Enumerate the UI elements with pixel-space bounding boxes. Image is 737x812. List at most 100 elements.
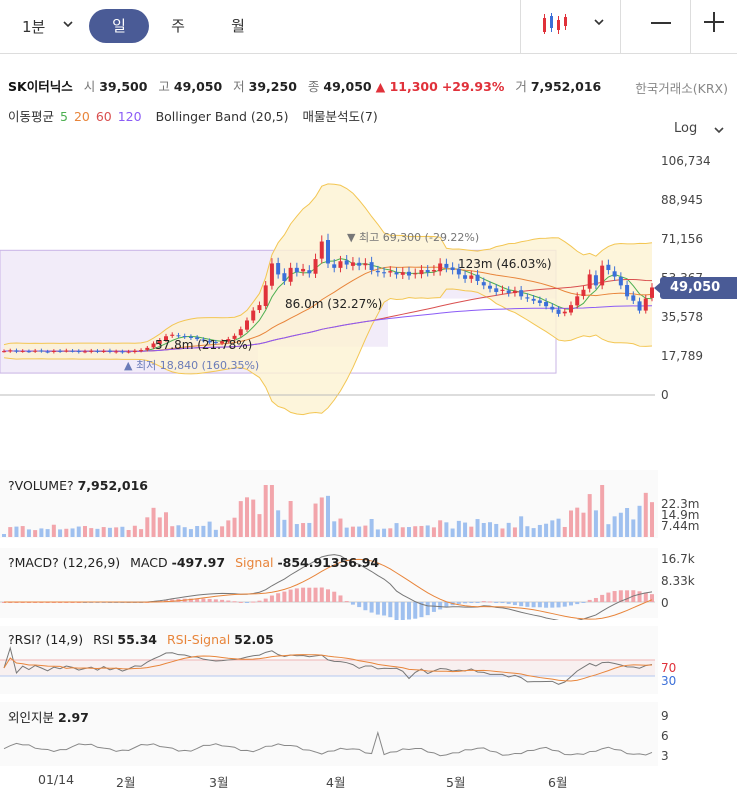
macd-hist-bar <box>294 588 299 602</box>
volume-bar <box>33 530 38 537</box>
chevron-down-icon[interactable] <box>713 125 725 135</box>
volume-bar <box>350 526 355 537</box>
candle-body <box>550 306 555 310</box>
current-price-badge: 49,050 <box>660 277 737 299</box>
volume-bar <box>151 507 156 537</box>
candle-body <box>631 295 636 301</box>
candle-body <box>519 290 524 297</box>
candle-body <box>14 350 19 352</box>
volume-bar <box>294 524 299 537</box>
macd-hist-bar <box>269 595 274 602</box>
macd-ytick: 16.7k <box>661 552 695 566</box>
volume-bar <box>419 525 424 537</box>
bollinger-label[interactable]: Bollinger Band (20,5) <box>156 109 289 124</box>
volume-bar <box>413 526 418 537</box>
foreign-ytick: 9 <box>661 709 669 723</box>
macd-hist-bar <box>201 598 206 602</box>
volume-bar <box>182 527 187 537</box>
macd-hist-bar <box>519 602 524 607</box>
candle-body <box>238 329 243 336</box>
volume-bar <box>388 528 393 537</box>
volume-bar <box>600 485 605 537</box>
macd-label: MACD <box>130 555 168 570</box>
macd-hist-bar <box>625 590 630 602</box>
candle-body <box>375 270 380 273</box>
volume-bar <box>307 522 312 537</box>
candle-body <box>600 265 605 286</box>
volume-bar <box>51 524 56 537</box>
panel-bg <box>0 702 658 766</box>
chevron-down-icon[interactable] <box>62 18 74 30</box>
volume-bar <box>83 526 87 537</box>
rsi-signal-value: 52.05 <box>234 632 274 647</box>
macd-hist-bar <box>425 602 430 616</box>
volume-bar <box>101 527 106 537</box>
volume-bar <box>107 527 112 537</box>
tab-weekly[interactable]: 주 <box>158 9 198 43</box>
volume-bar <box>288 501 293 537</box>
volume-bar <box>488 522 492 537</box>
scale-select[interactable]: Log <box>674 121 697 136</box>
candle-body <box>26 351 31 353</box>
macd-hist-bar <box>232 601 237 603</box>
candle-body <box>139 350 144 352</box>
volume-bar <box>2 534 6 537</box>
macd-hist-bar <box>288 589 293 602</box>
plus-icon[interactable] <box>704 12 724 32</box>
chevron-down-icon[interactable] <box>593 16 605 28</box>
macd-hist-bar <box>469 602 474 603</box>
candle-body <box>145 347 150 350</box>
volume-bar <box>8 527 13 537</box>
volume-bar <box>463 522 468 537</box>
candle-body <box>506 290 511 294</box>
volume-bar <box>438 520 443 537</box>
volume-panel-label: ?VOLUME? <box>8 478 74 493</box>
candle-body <box>126 351 131 353</box>
close-label: 종 <box>307 79 320 94</box>
macd-hist-bar <box>307 587 312 602</box>
divider <box>620 0 621 54</box>
foreign-panel-value: 2.97 <box>58 710 89 725</box>
candle-body <box>326 239 330 264</box>
tab-daily[interactable]: 일 <box>89 9 149 43</box>
volume-bar <box>26 529 31 537</box>
macd-hist-bar <box>463 602 468 604</box>
volume-bar <box>164 512 168 537</box>
volume-bar <box>407 527 411 537</box>
volume-bar <box>650 502 654 537</box>
candle-body <box>313 259 318 274</box>
ma-label[interactable]: 이동평균 <box>8 109 54 124</box>
volume-bar <box>58 529 63 537</box>
quote-info: SK이터닉스 시 39,500 고 49,050 저 39,250 종 49,0… <box>8 76 601 95</box>
ma120-label: 120 <box>117 109 142 124</box>
macd-hist-bar <box>587 599 592 602</box>
minus-icon[interactable] <box>651 22 671 24</box>
stock-name[interactable]: SK이터닉스 <box>8 79 73 94</box>
macd-hist-bar <box>456 602 461 604</box>
candle-body <box>481 282 486 286</box>
foreign-ownership-panel[interactable] <box>0 702 737 768</box>
macd-hist-bar <box>382 602 387 616</box>
volume-bar <box>606 524 611 537</box>
macd-hist-bar <box>506 602 511 604</box>
interval-select[interactable]: 1분 <box>22 16 45 37</box>
indicator-legend[interactable]: 이동평균 5 20 60 120 Bollinger Band (20,5) 매… <box>8 106 380 125</box>
price-ytick: 35,578 <box>661 310 703 324</box>
volume-bar <box>537 524 542 537</box>
macd-panel-label: ?MACD? (12,26,9) <box>8 555 121 570</box>
tab-monthly[interactable]: 월 <box>218 9 258 43</box>
candle-body <box>301 268 306 272</box>
volume-bar <box>257 514 262 537</box>
volume-profile-label-1: 57.8m (21.78%) <box>155 338 253 352</box>
volume-bar <box>382 528 387 537</box>
volume-bar <box>469 526 474 537</box>
macd-hist-bar <box>319 587 324 602</box>
candle-body <box>400 272 405 275</box>
macd-hist-bar <box>332 591 337 602</box>
macd-hist-bar <box>494 602 499 603</box>
candle-body <box>64 350 69 352</box>
volume-bar <box>269 485 274 537</box>
macd-hist-bar <box>475 602 480 603</box>
candlestick-icon[interactable] <box>541 12 571 36</box>
volume-profile-label[interactable]: 매물분석도(7) <box>303 109 378 124</box>
